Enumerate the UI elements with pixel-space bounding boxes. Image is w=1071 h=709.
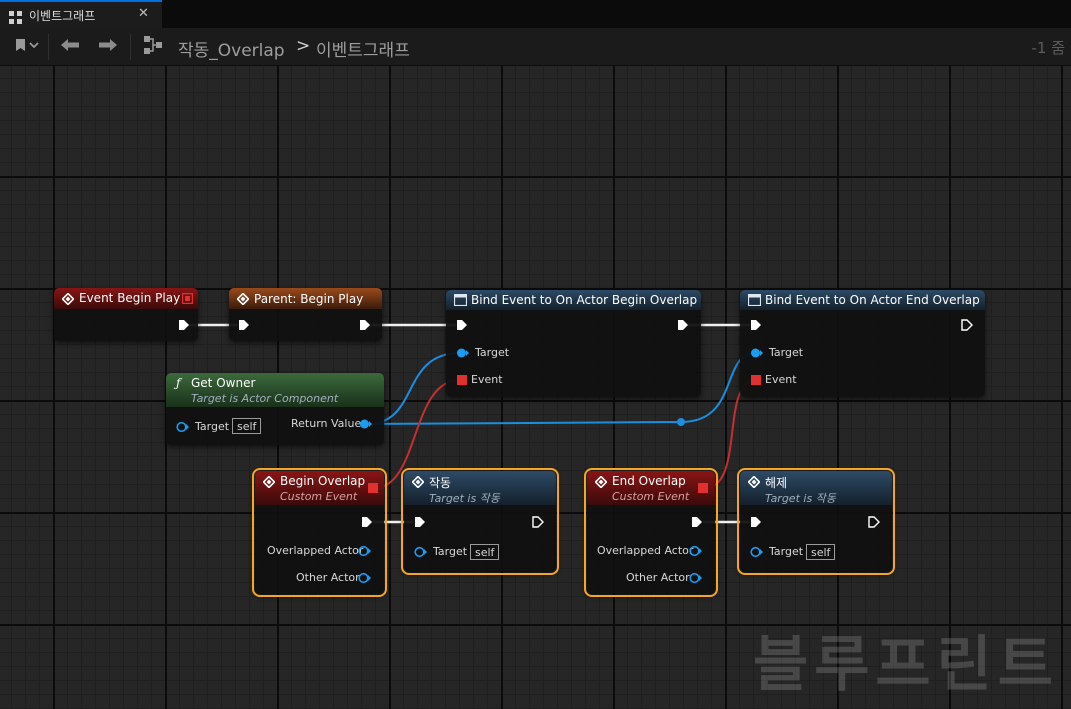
- pin-label-target: Target: [769, 346, 804, 359]
- pin-label-other: Other Actor: [626, 571, 690, 584]
- self-field[interactable]: self: [232, 418, 262, 434]
- node-bind-begin-overlap[interactable]: Bind Event to On Actor Begin Overlap Tar…: [446, 290, 701, 397]
- exec-in-pin[interactable]: [456, 319, 468, 331]
- exec-out-pin[interactable]: [677, 319, 689, 331]
- graph-icon: [142, 35, 164, 59]
- back-button[interactable]: [56, 28, 84, 65]
- graph-breadcrumb-icon: [140, 28, 166, 65]
- function-icon: [454, 294, 467, 306]
- pin-label-target: Target: [475, 346, 510, 359]
- object-out-pin[interactable]: [689, 572, 703, 584]
- node-title: Begin Overlap: [280, 474, 366, 488]
- object-pin[interactable]: [750, 546, 764, 558]
- exec-out-pin[interactable]: [532, 516, 544, 528]
- node-title: Bind Event to On Actor End Overlap: [765, 293, 980, 307]
- exec-in-pin[interactable]: [750, 319, 762, 331]
- exec-out-pin[interactable]: [178, 319, 190, 331]
- exec-out-pin[interactable]: [361, 516, 373, 528]
- exec-in-pin[interactable]: [414, 516, 426, 528]
- node-title: Parent: Begin Play: [254, 292, 364, 306]
- node-title: 작동: [429, 476, 452, 490]
- node-get-owner[interactable]: ƒ Get Owner Target is Actor Component Ta…: [166, 373, 384, 445]
- node-subtitle: Custom Event: [280, 490, 358, 503]
- graph-canvas[interactable]: Event Begin Play Parent: Begin Play Bind…: [0, 66, 1071, 709]
- event-icon: [263, 476, 275, 488]
- self-field[interactable]: self: [806, 544, 836, 560]
- close-icon[interactable]: ✕: [138, 6, 149, 21]
- exec-out-pin[interactable]: [691, 516, 703, 528]
- node-title: Event Begin Play: [79, 291, 181, 305]
- back-arrow-icon: [60, 37, 80, 56]
- pin-label-event: Event: [765, 373, 797, 386]
- node-release[interactable]: 해제 Target is 작동 Target self: [737, 468, 895, 575]
- event-icon: [62, 293, 74, 305]
- object-out-pin[interactable]: [358, 572, 372, 584]
- node-subtitle: Custom Event: [612, 490, 690, 503]
- tab-title: 이벤트그래프: [29, 9, 96, 23]
- node-event-begin-play[interactable]: Event Begin Play: [54, 288, 198, 341]
- forward-button[interactable]: [94, 28, 122, 65]
- tab-event-graph[interactable]: 이벤트그래프 ✕: [0, 0, 162, 28]
- node-title: 해제: [765, 476, 788, 490]
- zoom-level: -1 줌: [1031, 39, 1065, 57]
- bookmark-icon: [11, 37, 39, 57]
- node-subtitle: Target is 작동: [765, 492, 836, 505]
- breadcrumb-blueprint[interactable]: 작동_Overlap: [178, 36, 285, 61]
- delegate-pin[interactable]: [368, 483, 378, 493]
- node-title: Get Owner: [191, 376, 256, 390]
- breadcrumb-separator: >: [296, 36, 311, 56]
- pin-label-target: Target: [769, 545, 804, 558]
- graph-toolbar: 작동_Overlap > 이벤트그래프 -1 줌: [0, 28, 1071, 66]
- bookmark-button[interactable]: [6, 28, 44, 65]
- reroute-knot: [677, 418, 685, 426]
- function-icon: [748, 294, 761, 306]
- event-icon: [412, 476, 424, 488]
- pin-label-target: Target: [433, 545, 468, 558]
- exec-in-pin[interactable]: [750, 516, 762, 528]
- delegate-pin[interactable]: [457, 375, 467, 385]
- delegate-pin[interactable]: [182, 293, 193, 304]
- delegate-pin[interactable]: [751, 375, 761, 385]
- node-act[interactable]: 작동 Target is 작동 Target self: [401, 468, 559, 575]
- breadcrumb-graph[interactable]: 이벤트그래프: [316, 36, 410, 61]
- node-title: End Overlap: [612, 474, 686, 488]
- delegate-pin[interactable]: [698, 483, 708, 493]
- object-out-pin[interactable]: [358, 545, 372, 557]
- node-title: Bind Event to On Actor Begin Overlap: [471, 293, 698, 307]
- event-icon: [595, 476, 607, 488]
- exec-in-pin[interactable]: [238, 319, 250, 331]
- pin-label-return: Return Value: [291, 417, 362, 430]
- object-pin[interactable]: [456, 347, 470, 359]
- node-parent-begin-play[interactable]: Parent: Begin Play: [229, 288, 382, 341]
- pin-label-other: Other Actor: [296, 571, 360, 584]
- event-icon: [748, 476, 760, 488]
- forward-arrow-icon: [98, 37, 118, 56]
- object-out-pin[interactable]: [689, 545, 703, 557]
- tab-bar: 이벤트그래프 ✕: [0, 0, 1071, 28]
- exec-out-pin[interactable]: [868, 516, 880, 528]
- pin-label-overlapped: Overlapped Actor: [597, 544, 694, 557]
- graph-icon: [9, 9, 22, 28]
- node-subtitle: Target is 작동: [429, 492, 500, 505]
- pin-label-overlapped: Overlapped Actor: [267, 544, 364, 557]
- pin-label-target: Target: [195, 420, 230, 433]
- object-pin[interactable]: [414, 546, 428, 558]
- exec-out-pin[interactable]: [359, 319, 371, 331]
- node-begin-overlap[interactable]: Begin Overlap Custom Event Overlapped Ac…: [252, 468, 387, 597]
- object-out-pin[interactable]: [359, 418, 373, 430]
- self-field[interactable]: self: [470, 544, 500, 560]
- object-wire: [366, 421, 682, 425]
- node-bind-end-overlap[interactable]: Bind Event to On Actor End Overlap Targe…: [740, 290, 985, 397]
- node-subtitle: Target is Actor Component: [191, 392, 339, 405]
- exec-out-pin[interactable]: [961, 319, 973, 331]
- function-icon: ƒ: [176, 376, 181, 390]
- blueprint-watermark: 블루프린트: [753, 630, 1059, 700]
- node-end-overlap[interactable]: End Overlap Custom Event Overlapped Acto…: [584, 468, 718, 597]
- event-icon: [237, 293, 249, 305]
- pin-label-event: Event: [471, 373, 503, 386]
- object-pin[interactable]: [750, 347, 764, 359]
- object-pin[interactable]: [176, 421, 190, 433]
